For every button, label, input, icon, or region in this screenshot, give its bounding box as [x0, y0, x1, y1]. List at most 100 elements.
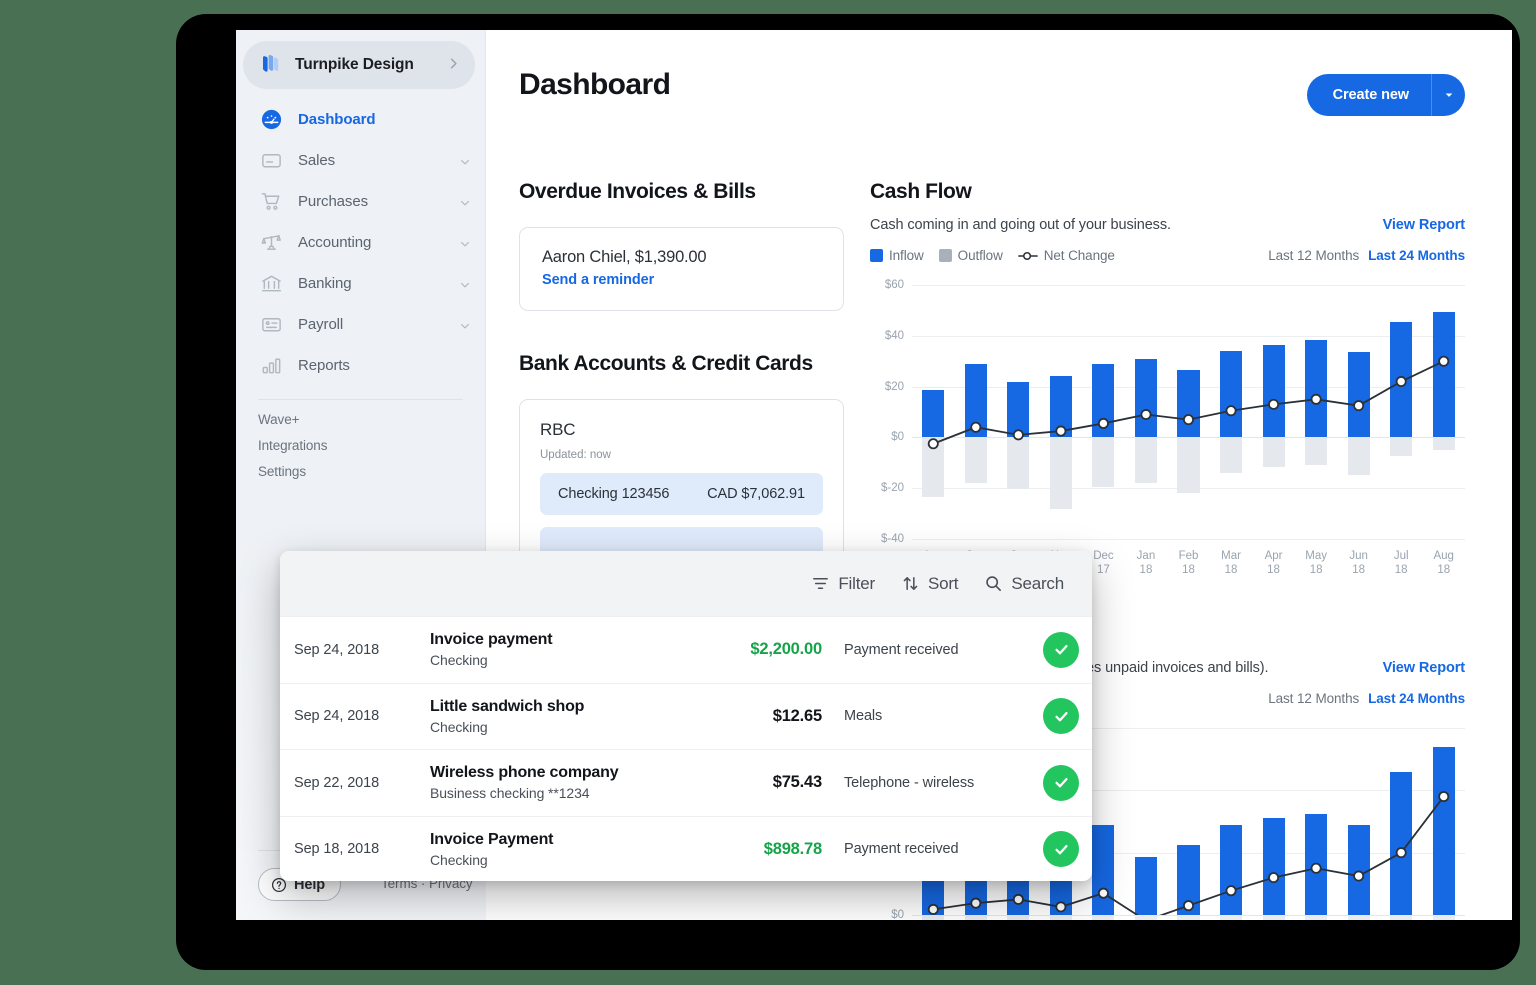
sort-label: Sort	[927, 573, 959, 593]
bank-icon	[258, 272, 284, 296]
app-screen: Turnpike Design Dashboard Sales Purchase…	[236, 30, 1512, 920]
transaction-description: Little sandwich shop Checking	[430, 698, 687, 735]
cash-flow-range-toggle: Last 12 Months Last 24 Months	[1268, 248, 1465, 263]
org-switcher[interactable]: Turnpike Design	[243, 41, 475, 89]
table-row[interactable]: Sep 24, 2018 Little sandwich shop Checki…	[280, 682, 1092, 750]
bank-card: RBC Updated: now Checking 123456 CAD $7,…	[519, 399, 844, 574]
transaction-status[interactable]	[1030, 831, 1092, 868]
transaction-status[interactable]	[1030, 764, 1092, 801]
bar-chart-icon	[258, 354, 284, 378]
dashboard-icon	[258, 108, 284, 132]
bar-outflow	[1177, 915, 1200, 920]
bar-inflow	[1219, 351, 1243, 438]
x-axis-tick-label: Apr 18	[1264, 550, 1283, 577]
bar-outflow	[1134, 437, 1157, 484]
x-axis-tick-label: Jan 18	[1136, 550, 1156, 577]
transaction-account: Business checking **1234	[430, 785, 590, 802]
search-icon	[984, 574, 1003, 593]
left-column: Overdue Invoices & Bills Aaron Chiel, $1…	[519, 180, 844, 574]
legend-label: Outflow	[957, 248, 1003, 263]
sidebar-nav: Dashboard Sales Purchases Accounting Ban…	[236, 99, 485, 386]
profit-loss-range-toggle: Last 12 Months Last 24 Months	[1268, 691, 1465, 706]
sidebar-item-reports[interactable]: Reports	[236, 345, 485, 386]
profit-loss-view-report-link[interactable]: View Report	[1383, 660, 1466, 676]
x-axis-tick-label: Dec 17	[1093, 550, 1114, 577]
x-axis-tick-label: Feb 18	[1178, 550, 1199, 577]
transaction-status[interactable]	[1030, 631, 1092, 668]
bank-account-row[interactable]: Checking 123456 CAD $7,062.91	[540, 473, 823, 515]
y-axis-tick-label: $0	[891, 909, 904, 920]
bar-inflow	[1347, 824, 1370, 915]
transaction-status[interactable]	[1030, 698, 1092, 735]
y-axis-tick-label: $20	[884, 380, 904, 393]
sort-button[interactable]: Sort	[901, 573, 959, 594]
table-row[interactable]: Sep 22, 2018 Wireless phone company Busi…	[280, 749, 1092, 816]
sidebar-item-waveplus[interactable]: Wave+	[258, 412, 485, 427]
search-label: Search	[1011, 573, 1064, 593]
payroll-icon	[258, 313, 284, 337]
chevron-down-icon[interactable]	[459, 196, 471, 208]
create-new-button[interactable]: Create new	[1306, 74, 1431, 116]
transaction-category: Telephone - wireless	[844, 774, 975, 791]
gridline	[912, 539, 1465, 540]
range-last-24-months[interactable]: Last 24 Months	[1368, 691, 1465, 706]
legend-swatch	[938, 249, 952, 262]
bar-outflow	[1305, 437, 1328, 466]
sidebar-item-integrations[interactable]: Integrations	[258, 438, 485, 453]
cash-flow-view-report-link[interactable]: View Report	[1383, 217, 1466, 233]
sidebar-item-sales[interactable]: Sales	[236, 140, 485, 181]
bar-inflow	[1177, 844, 1200, 915]
table-row[interactable]: Sep 24, 2018 Invoice payment Checking $2…	[280, 616, 1092, 683]
chevron-down-icon[interactable]	[459, 237, 471, 249]
cash-flow-plot[interactable]: $60$40$20$0$-20$-40Aug17Sep17Oct17Nov17D…	[870, 277, 1465, 577]
sidebar-item-label: Payroll	[298, 316, 344, 333]
chevron-down-icon[interactable]	[459, 278, 471, 290]
chevron-down-icon[interactable]	[459, 155, 471, 167]
range-last-24-months[interactable]: Last 24 Months	[1368, 248, 1465, 263]
bar-inflow	[1134, 358, 1157, 438]
y-axis-tick-label: $-40	[880, 533, 904, 545]
sidebar-item-purchases[interactable]: Purchases	[236, 181, 485, 222]
card-icon	[258, 149, 284, 173]
overdue-card: Aaron Chiel, $1,390.00 Send a reminder	[519, 227, 844, 311]
bar-inflow	[1432, 311, 1455, 438]
transaction-date: Sep 22, 2018	[294, 774, 380, 791]
range-last-12-months[interactable]: Last 12 Months	[1268, 691, 1359, 706]
sidebar-item-settings[interactable]: Settings	[258, 464, 485, 479]
bar-inflow	[1390, 321, 1413, 438]
bar-outflow	[964, 915, 987, 920]
overdue-heading: Overdue Invoices & Bills	[519, 180, 756, 203]
transaction-title: Little sandwich shop	[430, 697, 585, 715]
sidebar-item-payroll[interactable]: Payroll	[236, 304, 485, 345]
sidebar-secondary-nav: Wave+ Integrations Settings	[236, 400, 485, 479]
bar-outflow	[1092, 915, 1115, 920]
table-row[interactable]: Sep 18, 2018 Invoice Payment Checking $8…	[280, 815, 1092, 882]
bar-inflow	[1262, 344, 1285, 438]
bar-outflow	[1049, 437, 1072, 509]
y-axis-tick-label: $40	[884, 329, 904, 342]
search-button[interactable]: Search	[984, 574, 1064, 594]
chevron-down-icon[interactable]	[459, 319, 471, 331]
send-reminder-link[interactable]: Send a reminder	[542, 272, 821, 288]
transaction-account: Checking	[430, 652, 488, 669]
transaction-description: Invoice payment Checking	[430, 631, 687, 668]
sidebar-item-label: Purchases	[298, 193, 368, 210]
chevron-right-icon	[446, 56, 461, 74]
sidebar-item-dashboard[interactable]: Dashboard	[236, 99, 485, 140]
check-circle-icon	[1043, 831, 1079, 868]
bar-outflow	[1219, 915, 1243, 920]
filter-label: Filter	[838, 573, 875, 593]
range-last-12-months[interactable]: Last 12 Months	[1268, 248, 1359, 263]
cash-flow-title: Cash Flow	[870, 180, 972, 203]
check-circle-icon	[1043, 698, 1079, 735]
bar-outflow	[1432, 915, 1455, 920]
create-new-caret-button[interactable]	[1431, 74, 1465, 116]
y-axis-tick-label: $60	[884, 279, 904, 291]
bar-outflow	[964, 437, 987, 484]
sidebar-item-banking[interactable]: Banking	[236, 263, 485, 304]
filter-button[interactable]: Filter	[811, 574, 875, 594]
sidebar-item-label: Sales	[298, 152, 336, 169]
sidebar-item-accounting[interactable]: Accounting	[236, 222, 485, 263]
screenshot-stage: Turnpike Design Dashboard Sales Purchase…	[0, 0, 1536, 985]
transaction-description: Wireless phone company Business checking…	[430, 764, 687, 801]
